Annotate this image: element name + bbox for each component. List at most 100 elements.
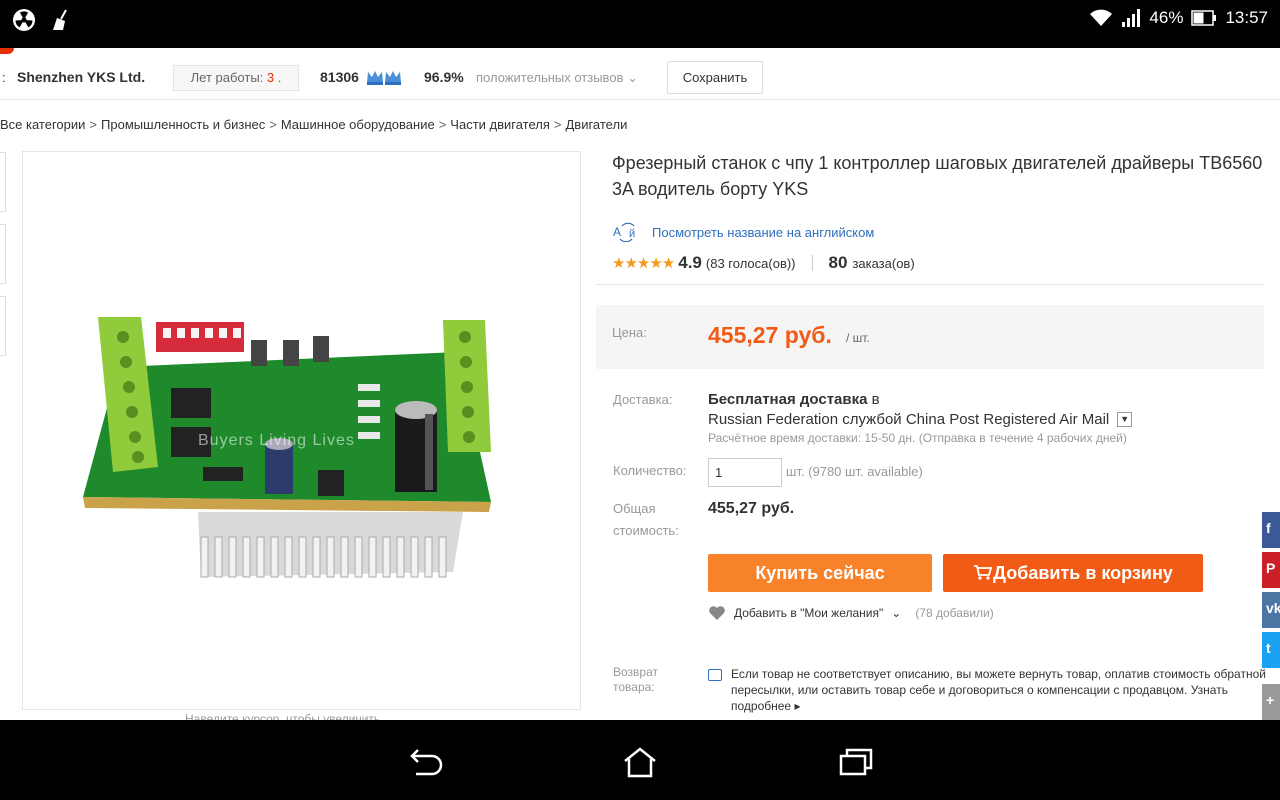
shipping-label: Доставка: bbox=[613, 392, 673, 407]
quantity-input[interactable]: 1 bbox=[708, 458, 782, 487]
chevron-down-icon: ⌄ bbox=[891, 606, 902, 620]
breadcrumb-separator: > bbox=[438, 117, 447, 132]
facebook-letter: f bbox=[1266, 520, 1271, 536]
vk-share-icon[interactable]: vk bbox=[1262, 592, 1280, 628]
translate-label: Посмотреть название на английском bbox=[652, 224, 875, 240]
returns-icon bbox=[708, 669, 722, 681]
twitter-letter: t bbox=[1266, 640, 1271, 656]
shipping-to: в bbox=[871, 391, 880, 408]
translate-icon: A й bbox=[613, 222, 635, 242]
broom-icon bbox=[53, 9, 67, 30]
crown-icon bbox=[367, 71, 401, 85]
shipping-method[interactable]: Russian Federation службой China Post Re… bbox=[708, 411, 1133, 428]
pinterest-share-icon[interactable]: P bbox=[1262, 552, 1280, 588]
breadcrumb-separator: > bbox=[269, 117, 277, 132]
back-icon[interactable] bbox=[404, 746, 444, 778]
save-store-button[interactable]: Сохранить bbox=[667, 61, 763, 94]
home-icon[interactable] bbox=[620, 746, 660, 778]
shipping-estimate: Расчётное время доставки: 15-50 дн. (Отп… bbox=[708, 431, 1127, 445]
more-share-icon[interactable]: + bbox=[1262, 684, 1280, 720]
price-box: Цена: 455,27 руб. / шт. bbox=[596, 305, 1264, 369]
orders-label: заказа(ов) bbox=[852, 256, 915, 271]
battery-icon bbox=[1191, 10, 1217, 26]
brand-mark bbox=[0, 48, 14, 54]
quantity-label: Количество: bbox=[613, 463, 687, 478]
recent-apps-icon[interactable] bbox=[837, 746, 877, 778]
price-unit: / шт. bbox=[846, 331, 870, 345]
product-title: Фрезерный станок с чпу 1 контроллер шаго… bbox=[612, 153, 1263, 199]
breadcrumb-item[interactable]: Промышленность и бизнес bbox=[101, 117, 265, 132]
store-score[interactable]: 81306 bbox=[320, 69, 359, 85]
capacitor bbox=[395, 401, 437, 492]
positive-feedback-link[interactable]: положительных отзывов ⌄ bbox=[476, 70, 638, 86]
wifi-icon bbox=[1090, 9, 1113, 26]
shipping-free: Бесплатная доставка в bbox=[708, 391, 880, 408]
wishlist-count: (78 добавили) bbox=[915, 606, 994, 620]
returns-label-line2: товара: bbox=[613, 680, 655, 694]
thumbnail[interactable] bbox=[0, 152, 6, 212]
signal-icon bbox=[1122, 9, 1141, 27]
positive-feedback-label: положительных отзывов bbox=[476, 70, 624, 85]
controller-board-illustration bbox=[83, 317, 491, 578]
breadcrumb-item[interactable]: Машинное оборудование bbox=[281, 117, 435, 132]
divider bbox=[811, 255, 813, 271]
zoom-hint: Наведите курсор, чтобы увеличить bbox=[185, 712, 381, 720]
returns-text: Если товар не соответствует описанию, вы… bbox=[731, 666, 1271, 714]
vk-letter: vk bbox=[1266, 600, 1280, 616]
store-years-value: 3 . bbox=[266, 70, 282, 85]
orders-count: 80 bbox=[828, 253, 848, 272]
radiation-icon bbox=[13, 9, 35, 31]
divider bbox=[596, 284, 1264, 285]
svg-text:A: A bbox=[613, 225, 621, 239]
returns-policy-text: Если товар не соответствует описанию, вы… bbox=[731, 667, 1266, 697]
price-label: Цена: bbox=[612, 325, 647, 340]
image-watermark: Buyers Living Lives bbox=[198, 432, 355, 449]
shipping-free-text: Бесплатная доставка bbox=[708, 391, 868, 408]
cart-icon bbox=[974, 565, 993, 580]
web-page: : Shenzhen YKS Ltd. Лет работы: 3 . 8130… bbox=[0, 48, 1280, 720]
add-to-cart-button[interactable]: Добавить в корзину bbox=[943, 554, 1203, 592]
facebook-share-icon[interactable]: f bbox=[1262, 512, 1280, 548]
svg-text:й: й bbox=[629, 228, 635, 240]
pinterest-letter: P bbox=[1266, 560, 1276, 576]
breadcrumb-item[interactable]: Все категории bbox=[0, 117, 85, 132]
quantity-available: шт. (9780 шт. available) bbox=[786, 464, 923, 479]
store-years-label: Лет работы: bbox=[190, 70, 264, 85]
store-name[interactable]: Shenzhen YKS Ltd. bbox=[17, 69, 145, 85]
buy-now-button[interactable]: Купить сейчас bbox=[708, 554, 932, 592]
wishlist-label: Добавить в "Мои желания" bbox=[734, 606, 884, 620]
heatsink bbox=[198, 512, 463, 578]
price-value: 455,27 руб. bbox=[708, 322, 832, 348]
wishlist-link[interactable]: Добавить в "Мои желания" ⌄ (78 добавили) bbox=[708, 605, 994, 621]
status-bar: 46% 13:57 bbox=[0, 0, 1280, 48]
breadcrumb: Все категории > Промышленность и бизнес > Ма… bbox=[0, 117, 627, 132]
rating-votes[interactable]: (83 голоса(ов)) bbox=[706, 256, 796, 271]
twitter-share-icon[interactable]: t bbox=[1262, 632, 1280, 668]
breadcrumb-item[interactable]: Двигатели bbox=[566, 117, 628, 132]
total-label-line2: стоимость: bbox=[613, 523, 679, 538]
chevron-down-icon: ⌄ bbox=[627, 70, 638, 85]
thumbnail[interactable] bbox=[0, 296, 6, 356]
navigation-bar bbox=[0, 720, 1280, 800]
terminal-block bbox=[443, 320, 491, 452]
returns-label-line1: Возврат bbox=[613, 665, 658, 679]
shipping-method-text: Russian Federation службой China Post Re… bbox=[708, 411, 1110, 428]
breadcrumb-separator: > bbox=[89, 117, 98, 132]
rating-row: ★★★★★ 4.9 (83 голоса(ов)) 80 заказа(ов) bbox=[612, 253, 915, 273]
rating-value: 4.9 bbox=[678, 253, 702, 272]
breadcrumb-item[interactable]: Части двигателя bbox=[450, 117, 550, 132]
store-bar: : Shenzhen YKS Ltd. Лет работы: 3 . 8130… bbox=[0, 48, 1280, 100]
star-rating-icon: ★★★★★ bbox=[612, 255, 675, 272]
returns-label: Возврат товара: bbox=[613, 665, 658, 695]
dropdown-arrow-icon[interactable]: ▼ bbox=[1117, 412, 1133, 427]
product-image[interactable]: Buyers Living Lives bbox=[22, 151, 581, 710]
total-label-line1: Общая bbox=[613, 501, 656, 516]
translate-link[interactable]: A й Посмотреть название на английском bbox=[612, 222, 874, 242]
battery-percent: 46% bbox=[1149, 8, 1184, 27]
store-colon: : bbox=[2, 70, 6, 85]
positive-percent: 96.9% bbox=[424, 69, 464, 85]
thumbnail[interactable] bbox=[0, 224, 6, 284]
more-letter: + bbox=[1266, 692, 1275, 708]
breadcrumb-separator: > bbox=[553, 117, 562, 132]
heart-icon bbox=[709, 606, 725, 620]
